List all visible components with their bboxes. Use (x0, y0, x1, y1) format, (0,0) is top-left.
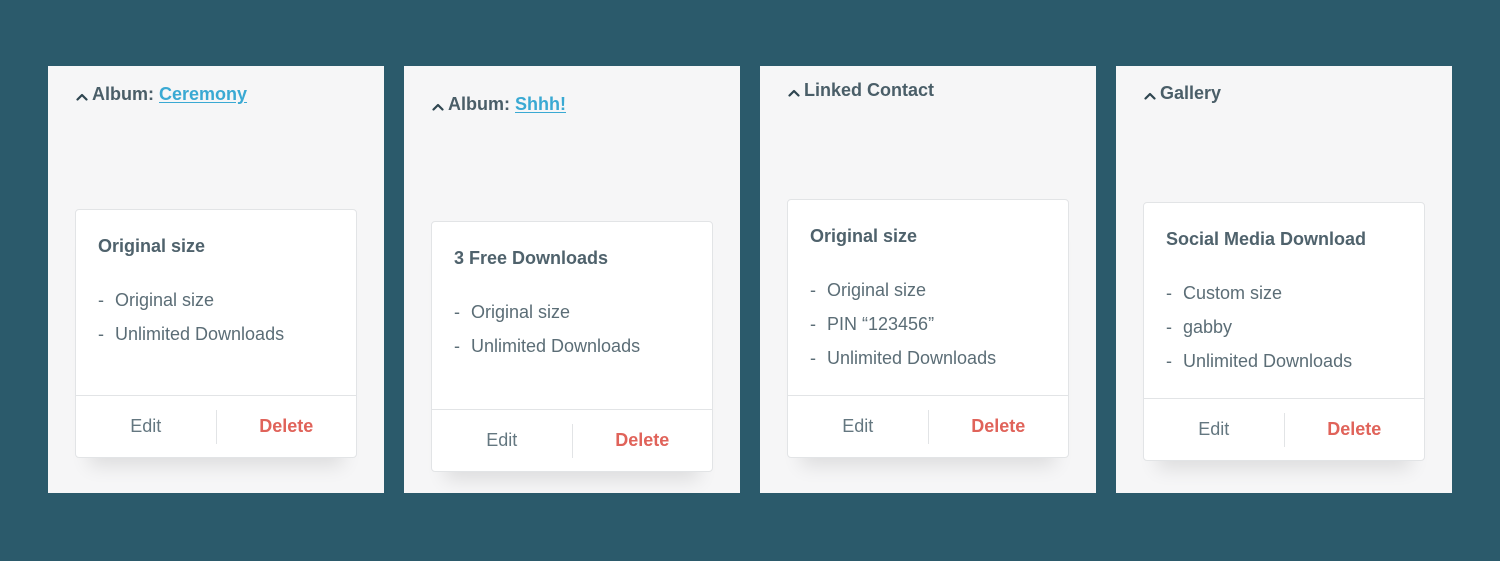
panel-header-label: Album: (92, 84, 154, 104)
panel-header[interactable]: Gallery (1144, 83, 1221, 104)
card-actions: Edit Delete (788, 395, 1068, 457)
album-link[interactable]: Ceremony (159, 84, 247, 105)
panel-album-ceremony: Album: Ceremony Original size - Original … (48, 66, 384, 493)
card-actions: Edit Delete (1144, 398, 1424, 460)
chevron-up-icon[interactable] (788, 87, 800, 99)
panel-header-label: Album: (448, 94, 510, 114)
download-option-card: 3 Free Downloads - Original size - Unlimit… (431, 221, 713, 472)
chevron-up-icon[interactable] (432, 101, 444, 113)
edit-button[interactable]: Edit (1144, 419, 1284, 440)
card-actions: Edit Delete (76, 395, 356, 457)
panel-header-label: Gallery (1160, 83, 1222, 103)
panel-header-label: Linked Contact (804, 80, 935, 100)
chevron-up-icon[interactable] (1144, 90, 1156, 102)
card-title: Original size (810, 226, 918, 246)
card-feature-list: - Custom size - gabby - Unlimited Downloads (1166, 276, 1402, 378)
list-item: - PIN “123456” (810, 314, 935, 334)
delete-button[interactable]: Delete (1285, 419, 1425, 440)
list-item: - Unlimited Downloads (810, 348, 997, 368)
edit-button[interactable]: Edit (788, 416, 928, 437)
list-item: - Unlimited Downloads (1166, 351, 1353, 371)
card-feature-list: - Original size - Unlimited Downloads (454, 295, 690, 363)
list-item: - Original size (810, 280, 927, 300)
edit-button[interactable]: Edit (76, 416, 216, 437)
chevron-up-icon[interactable] (76, 91, 88, 103)
card-feature-list: - Original size - Unlimited Downloads (98, 283, 334, 351)
panel-header[interactable]: Album: Shhh! (432, 94, 566, 115)
list-item: - Original size (454, 302, 571, 322)
panel-linked-contact: Linked Contact Original size - Original s… (760, 66, 1096, 493)
delete-button[interactable]: Delete (929, 416, 1069, 437)
album-link[interactable]: Shhh! (515, 94, 566, 115)
list-item: - gabby (1166, 317, 1233, 337)
panel-album-shhh: Album: Shhh! 3 Free Downloads - Original … (404, 66, 740, 493)
list-item: - Custom size (1166, 283, 1283, 303)
card-title: 3 Free Downloads (454, 248, 609, 268)
list-item: - Original size (98, 290, 215, 310)
card-actions: Edit Delete (432, 409, 712, 471)
panel-header[interactable]: Linked Contact (788, 80, 934, 101)
delete-button[interactable]: Delete (573, 430, 713, 451)
list-item: - Unlimited Downloads (454, 336, 641, 356)
download-option-card: Original size - Original size - Unlimited … (75, 209, 357, 458)
card-title: Original size (98, 236, 206, 256)
delete-button[interactable]: Delete (217, 416, 357, 437)
list-item: - Unlimited Downloads (98, 324, 285, 344)
card-title: Social Media Download (1166, 229, 1367, 249)
download-option-card: Social Media Download - Custom size - gabb… (1143, 202, 1425, 461)
card-feature-list: - Original size - PIN “123456” - Unlimited … (810, 273, 1046, 375)
panel-gallery: Gallery Social Media Download - Custom si… (1116, 66, 1452, 493)
download-option-card: Original size - Original size - PIN “12345… (787, 199, 1069, 458)
panel-header[interactable]: Album: Ceremony (76, 84, 247, 105)
edit-button[interactable]: Edit (432, 430, 572, 451)
